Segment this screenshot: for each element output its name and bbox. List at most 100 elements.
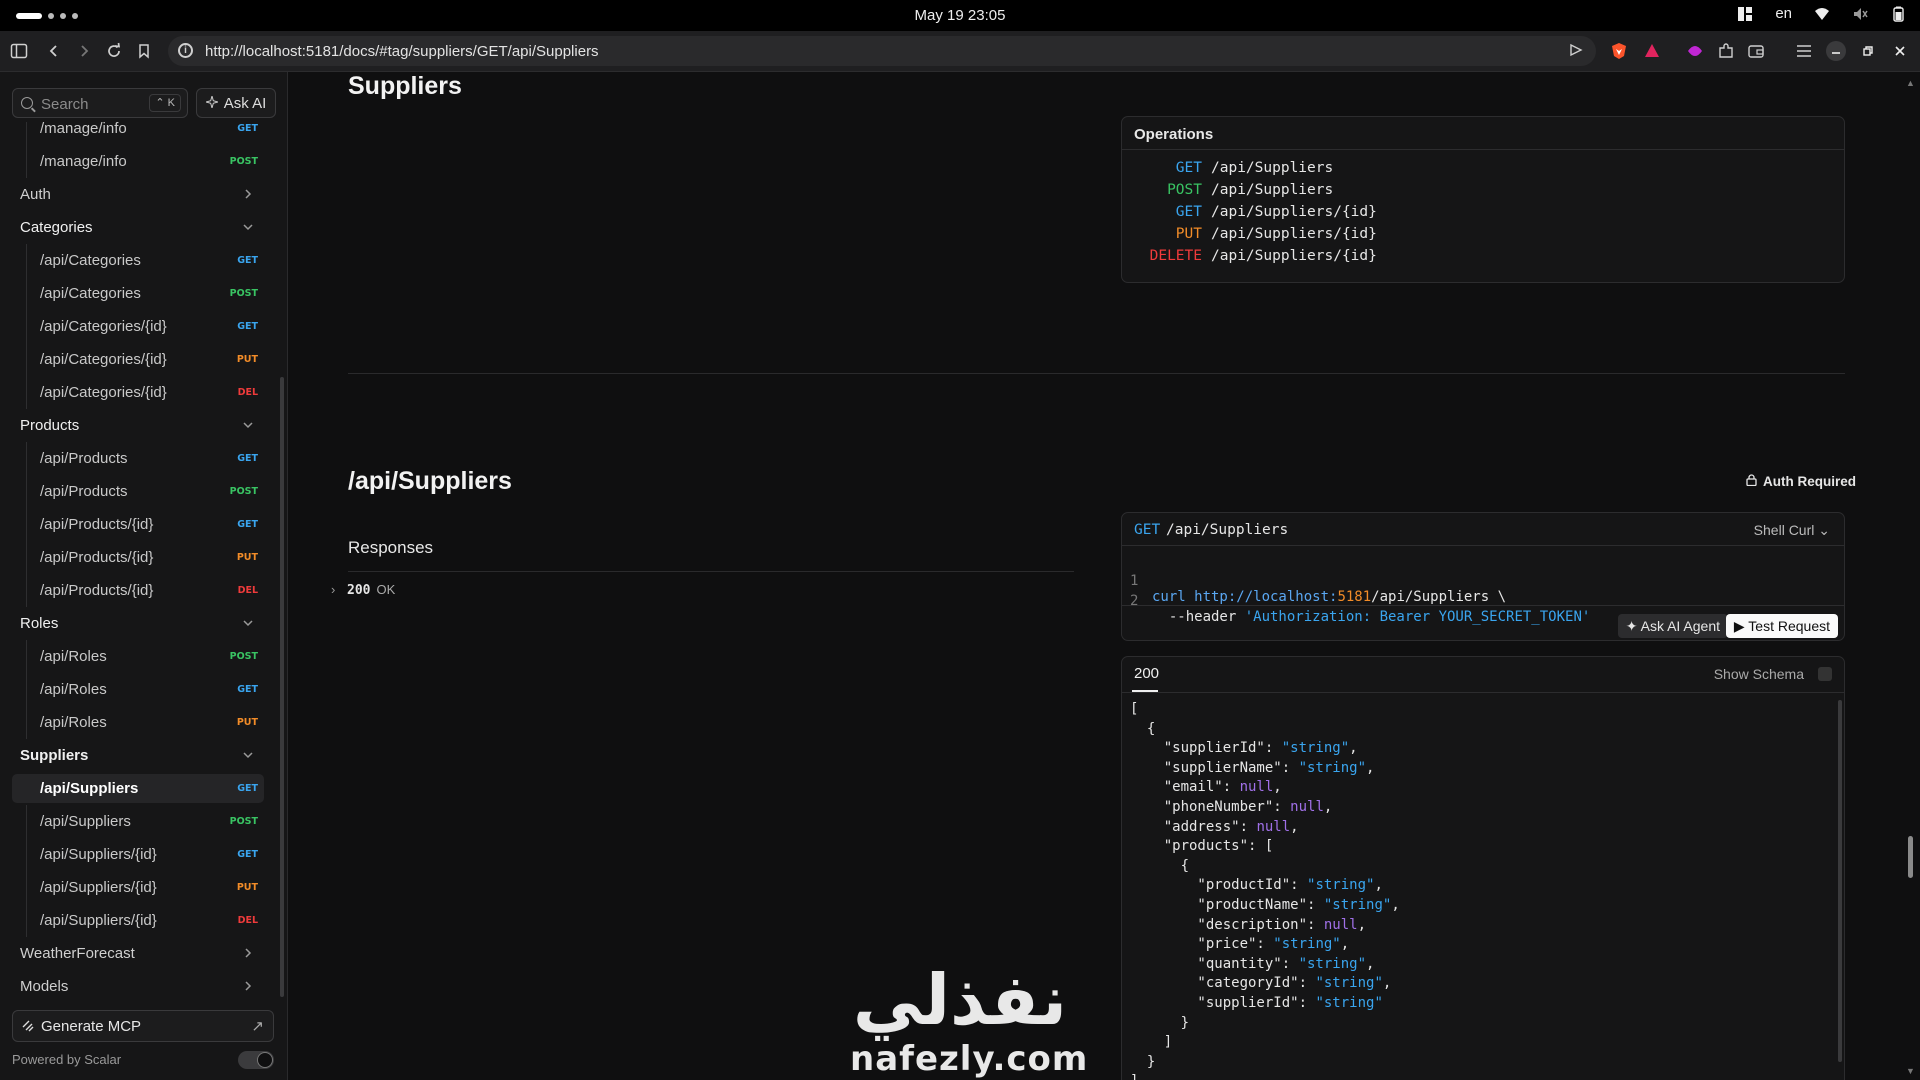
response-200-row[interactable]: › 200 OK	[331, 582, 395, 598]
forward-icon[interactable]	[74, 41, 94, 61]
auth-required-badge[interactable]: Auth Required	[1746, 474, 1856, 489]
sidebar-item[interactable]: /api/Categories/{id} DEL	[0, 376, 278, 409]
json-token: "productId":	[1130, 877, 1308, 894]
extensions-icon[interactable]	[1716, 41, 1736, 61]
sidebar-item[interactable]: /manage/info POST	[0, 145, 278, 178]
operation-path: /api/Suppliers/{id}	[1211, 226, 1377, 242]
battery-icon[interactable]	[1890, 6, 1906, 22]
wifi-icon[interactable]	[1814, 6, 1830, 22]
sidebar-item-label: /api/Suppliers	[40, 780, 139, 797]
chevron-down-icon	[240, 615, 256, 631]
generate-mcp-button[interactable]: Generate MCP ↗	[12, 1010, 274, 1042]
volume-icon[interactable]	[1852, 6, 1868, 22]
curl-line-1[interactable]: 1 curl http://localhost:5181/api/Supplie…	[1122, 557, 1506, 605]
site-info-icon[interactable]: i	[178, 43, 193, 58]
sidebar-item[interactable]: /api/Products GET	[0, 442, 278, 475]
sidebar-item[interactable]: /api/Suppliers/{id} GET	[0, 838, 278, 871]
sidebar-item[interactable]: /api/Suppliers GET	[0, 772, 278, 805]
sidebar-group-weatherforecast[interactable]: WeatherForecast	[0, 937, 278, 970]
tree-guide	[26, 871, 27, 904]
sidebar-scrollbar[interactable]	[280, 377, 284, 997]
powered-by-scalar[interactable]: Powered by Scalar	[12, 1052, 121, 1067]
brave-rewards-icon[interactable]	[1642, 41, 1662, 61]
sidebar-item[interactable]: /api/Roles PUT	[0, 706, 278, 739]
clock[interactable]: May 19 23:05	[0, 7, 1920, 24]
dark-mode-toggle[interactable]	[238, 1051, 274, 1069]
ask-ai-agent-button[interactable]: ✦ Ask AI Agent	[1617, 614, 1728, 638]
sidebar-item[interactable]: /api/Products POST	[0, 475, 278, 508]
search-input[interactable]: Search ⌃ K	[12, 88, 188, 118]
sidebar-group-models[interactable]: Models	[0, 970, 278, 1003]
request-example-card: GET /api/Suppliers Shell Curl ⌄ 1 curl h…	[1121, 512, 1845, 641]
json-token: "quantity":	[1130, 955, 1299, 972]
wallet-icon[interactable]	[1746, 41, 1766, 61]
sidebar-item-label: /api/Roles	[40, 681, 107, 698]
reload-icon[interactable]	[104, 41, 124, 61]
scroll-up-icon[interactable]: ▲	[1906, 78, 1915, 88]
json-token: "productName":	[1130, 897, 1324, 913]
share-icon[interactable]	[1568, 42, 1584, 63]
close-icon[interactable]	[1890, 41, 1910, 61]
show-schema-label[interactable]: Show Schema	[1714, 666, 1804, 682]
sidebar-toggle-icon[interactable]	[9, 41, 29, 61]
activities-indicator[interactable]	[16, 13, 78, 19]
sidebar-item[interactable]: /api/Roles POST	[0, 640, 278, 673]
test-request-button[interactable]: ▶ Test Request	[1725, 614, 1838, 638]
response-scrollbar[interactable]	[1838, 700, 1842, 1062]
sidebar-item[interactable]: /api/Products/{id} GET	[0, 508, 278, 541]
tab-200[interactable]: 200	[1134, 665, 1159, 682]
sidebar-item[interactable]: /api/Suppliers/{id} PUT	[0, 871, 278, 904]
search-icon	[21, 97, 33, 109]
http-method-badge: POST	[229, 651, 258, 662]
tree-guide	[26, 904, 27, 937]
sidebar-item[interactable]: /api/Suppliers POST	[0, 805, 278, 838]
tree-guide	[26, 541, 27, 574]
scroll-down-icon[interactable]: ▼	[1906, 1066, 1915, 1076]
sidebar-item-label: /api/Suppliers	[40, 813, 131, 830]
chevron-down-icon	[240, 219, 256, 235]
json-token: "string"	[1315, 995, 1383, 1011]
restore-icon[interactable]	[1858, 41, 1878, 61]
sidebar-item[interactable]: /api/Products/{id} PUT	[0, 541, 278, 574]
json-line: {	[1130, 721, 1155, 741]
section-divider	[348, 373, 1845, 374]
sidebar-item[interactable]: /api/Products/{id} DEL	[0, 574, 278, 607]
sidebar-group-suppliers[interactable]: Suppliers	[0, 739, 278, 772]
sidebar-group-roles[interactable]: Roles	[0, 607, 278, 640]
sidebar-item[interactable]: /api/Categories POST	[0, 277, 278, 310]
api-sidebar: /manage/info GET/manage/info POST Auth Categ…	[0, 72, 288, 1080]
sidebar-item[interactable]: /api/Categories/{id} GET	[0, 310, 278, 343]
json-token: "string"	[1307, 877, 1375, 894]
json-line: "productName": "string",	[1130, 897, 1399, 917]
address-bar[interactable]: i http://localhost:5181/docs/#tag/suppli…	[168, 36, 1596, 66]
sidebar-item[interactable]: /api/Categories/{id} PUT	[0, 343, 278, 376]
sidebar-item[interactable]: /api/Suppliers/{id} DEL	[0, 904, 278, 937]
client-select[interactable]: Shell Curl ⌄	[1754, 522, 1830, 539]
sidebar-group-label: Auth	[20, 186, 51, 203]
url-text[interactable]: http://localhost:5181/docs/#tag/supplier…	[205, 43, 599, 60]
curl-line-2[interactable]: 2 --header 'Authorization: Bearer YOUR_S…	[1122, 577, 1590, 625]
sidebar-item[interactable]: /api/Categories GET	[0, 244, 278, 277]
vpn-icon[interactable]	[1685, 41, 1705, 61]
json-token: "string"	[1273, 936, 1341, 953]
brave-shield-icon[interactable]	[1609, 41, 1629, 61]
sidebar-item[interactable]: /api/Roles GET	[0, 673, 278, 706]
chevron-right-icon	[240, 186, 256, 202]
show-schema-checkbox[interactable]	[1818, 667, 1832, 681]
json-line: "supplierId": "string"	[1130, 995, 1383, 1015]
page-scroll-thumb[interactable]	[1908, 836, 1913, 878]
sidebar-group-products[interactable]: Products	[0, 409, 278, 442]
language-indicator[interactable]: en	[1775, 5, 1792, 22]
responses-title: Responses	[348, 538, 434, 557]
tree-guide	[26, 838, 27, 871]
json-token: "price":	[1130, 936, 1274, 953]
back-icon[interactable]	[44, 41, 64, 61]
page-scrollbar[interactable]: ▲ ▼	[1906, 78, 1915, 1080]
menu-icon[interactable]	[1794, 41, 1814, 61]
sidebar-group-categories[interactable]: Categories	[0, 211, 278, 244]
ask-ai-button[interactable]: Ask AI	[196, 88, 276, 118]
minimize-icon[interactable]	[1826, 41, 1846, 61]
layout-icon[interactable]	[1737, 6, 1753, 22]
bookmark-icon[interactable]	[134, 41, 154, 61]
sidebar-group-auth[interactable]: Auth	[0, 178, 278, 211]
